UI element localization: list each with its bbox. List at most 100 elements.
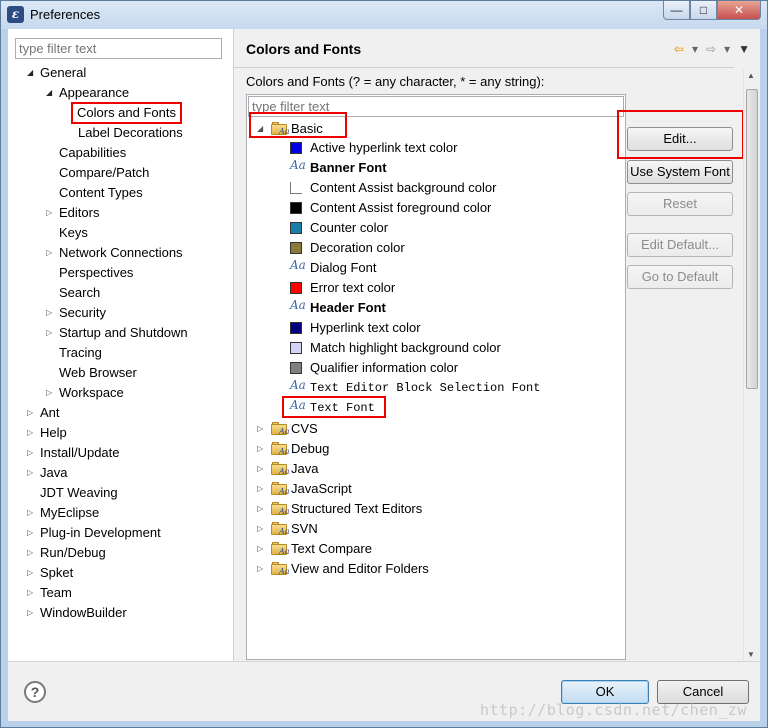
tree-item[interactable]: ▷ Team xyxy=(27,583,72,603)
tree-item[interactable]: ▷ Ant xyxy=(27,403,60,423)
collapsed-twisty-icon[interactable]: ▷ xyxy=(257,519,267,539)
page-scrollbar[interactable]: ▲ ▼ xyxy=(743,69,759,661)
tree-item-label: WindowBuilder xyxy=(40,605,127,620)
tree-item[interactable]: ▷ Workspace xyxy=(46,383,124,403)
collapsed-twisty-icon[interactable]: ▷ xyxy=(46,303,56,323)
category-label: View and Editor Folders xyxy=(291,561,429,576)
help-icon[interactable]: ? xyxy=(24,681,46,703)
collapsed-twisty-icon[interactable]: ▷ xyxy=(257,439,267,459)
collapsed-twisty-icon[interactable]: ▷ xyxy=(257,499,267,519)
forward-dropdown-icon[interactable]: ▾ xyxy=(724,42,730,56)
collapsed-twisty-icon[interactable]: ▷ xyxy=(27,543,37,563)
category-label: Java xyxy=(291,461,319,476)
category-label: Structured Text Editors xyxy=(291,501,423,516)
collapsed-twisty-icon[interactable]: ▷ xyxy=(27,403,37,423)
use-system-font-button[interactable]: Use System Font xyxy=(627,160,733,184)
nav-filter-input[interactable] xyxy=(15,38,222,59)
scroll-up-icon[interactable]: ▲ xyxy=(747,71,755,80)
tree-item[interactable]: Tracing xyxy=(59,343,102,363)
back-arrow-icon[interactable]: ⇦ xyxy=(674,42,684,56)
tree-item[interactable]: ◢ Appearance xyxy=(46,83,129,103)
collapsed-twisty-icon[interactable]: ▷ xyxy=(27,423,37,443)
page-title: Colors and Fonts xyxy=(246,41,362,57)
tree-item-label: Help xyxy=(40,425,67,440)
collapsed-twisty-icon[interactable]: ▷ xyxy=(257,479,267,499)
category-label: SVN xyxy=(291,521,318,536)
go-to-default-button[interactable]: Go to Default xyxy=(627,265,733,289)
scroll-down-icon[interactable]: ▼ xyxy=(747,650,755,659)
tree-item[interactable]: Compare/Patch xyxy=(59,163,149,183)
collapsed-twisty-icon[interactable]: ▷ xyxy=(27,443,37,463)
collapsed-twisty-icon[interactable]: ▷ xyxy=(46,383,56,403)
tree-item[interactable]: ◢ General xyxy=(27,63,86,83)
collapsed-twisty-icon[interactable]: ▷ xyxy=(27,583,37,603)
back-dropdown-icon[interactable]: ▾ xyxy=(692,42,698,56)
eclipse-app-icon: ε xyxy=(7,6,24,23)
dialog-client-area: ◢General◢AppearanceColors and FontsLabel… xyxy=(8,29,760,721)
collapsed-twisty-icon[interactable]: ▷ xyxy=(46,203,56,223)
collapsed-twisty-icon[interactable]: ▷ xyxy=(27,603,37,623)
category-label: Debug xyxy=(291,441,330,456)
tree-item[interactable]: ▷ Install/Update xyxy=(27,443,120,463)
item-label: Header Font xyxy=(310,300,386,315)
tree-item-label: Perspectives xyxy=(59,265,134,280)
tree-item[interactable]: Perspectives xyxy=(59,263,133,283)
item-label: Error text color xyxy=(310,280,396,295)
font-icon: Aa xyxy=(290,258,306,272)
tree-item[interactable]: ▷ Network Connections xyxy=(46,243,183,263)
tree-item[interactable]: Label Decorations xyxy=(78,123,183,143)
tree-item[interactable]: ▷ Startup and Shutdown xyxy=(46,323,188,343)
collapsed-twisty-icon[interactable]: ▷ xyxy=(257,539,267,559)
color-swatch-icon xyxy=(290,342,302,354)
tree-item[interactable]: ▷ Help xyxy=(27,423,67,443)
tree-item[interactable]: ▷ WindowBuilder xyxy=(27,603,127,623)
tree-item[interactable]: ▷ Java xyxy=(27,463,67,483)
collapsed-twisty-icon[interactable]: ▷ xyxy=(46,243,56,263)
color-swatch-icon xyxy=(290,242,302,254)
tree-item[interactable]: ▷ Plug-in Development xyxy=(27,523,161,543)
collapsed-twisty-icon[interactable]: ▷ xyxy=(27,463,37,483)
expanded-twisty-icon[interactable]: ◢ xyxy=(46,83,56,103)
reset-button[interactable]: Reset xyxy=(627,192,733,216)
window-title: Preferences xyxy=(30,7,101,22)
tree-item[interactable]: ▷ MyEclipse xyxy=(27,503,99,523)
tree-item[interactable]: Colors and Fonts xyxy=(71,102,182,124)
tree-item[interactable]: ▷ Security xyxy=(46,303,106,323)
collapsed-twisty-icon[interactable]: ▷ xyxy=(46,323,56,343)
collapsed-twisty-icon[interactable]: ▷ xyxy=(257,459,267,479)
expanded-twisty-icon[interactable]: ◢ xyxy=(27,63,37,83)
item-label: Dialog Font xyxy=(310,260,377,275)
tree-item[interactable]: Keys xyxy=(59,223,88,243)
maximize-button[interactable]: □ xyxy=(690,1,717,20)
item-label: Active hyperlink text color xyxy=(310,140,458,155)
page-nav-toolbar: ⇦ ▾ ⇨ ▾ ▼ xyxy=(674,42,750,56)
theme-category-folder-icon: Aa xyxy=(271,422,290,436)
category-label: Text Compare xyxy=(291,541,372,556)
tree-item[interactable]: JDT Weaving xyxy=(40,483,118,503)
tree-item[interactable]: Content Types xyxy=(59,183,143,203)
tree-item[interactable]: Capabilities xyxy=(59,143,126,163)
forward-arrow-icon[interactable]: ⇨ xyxy=(706,42,716,56)
collapsed-twisty-icon[interactable]: ▷ xyxy=(27,503,37,523)
category-label: JavaScript xyxy=(291,481,352,496)
collapsed-twisty-icon[interactable]: ▷ xyxy=(27,523,37,543)
collapsed-twisty-icon[interactable]: ▷ xyxy=(257,419,267,439)
collapsed-twisty-icon[interactable]: ▷ xyxy=(257,559,267,579)
tree-item-label: Search xyxy=(59,285,101,300)
tree-item[interactable]: Search xyxy=(59,283,100,303)
tree-item[interactable]: ▷ Spket xyxy=(27,563,73,583)
tree-item[interactable]: ▷ Run/Debug xyxy=(27,543,106,563)
scroll-thumb[interactable] xyxy=(746,89,758,389)
minimize-button[interactable]: — xyxy=(663,1,690,20)
tree-item-label: Startup and Shutdown xyxy=(59,325,188,340)
text-font-highlight-box xyxy=(282,396,386,418)
collapsed-twisty-icon[interactable]: ▷ xyxy=(27,563,37,583)
edit-highlight-box xyxy=(617,110,744,159)
title-bar[interactable]: ε Preferences — □ ✕ xyxy=(1,1,767,29)
view-menu-icon[interactable]: ▼ xyxy=(738,42,750,56)
tree-item[interactable]: Web Browser xyxy=(59,363,137,383)
tree-item[interactable]: ▷ Editors xyxy=(46,203,99,223)
close-button[interactable]: ✕ xyxy=(717,1,761,20)
edit-default-button[interactable]: Edit Default... xyxy=(627,233,733,257)
preference-page: Colors and Fonts ⇦ ▾ ⇨ ▾ ▼ Colors and Fo… xyxy=(234,29,760,661)
